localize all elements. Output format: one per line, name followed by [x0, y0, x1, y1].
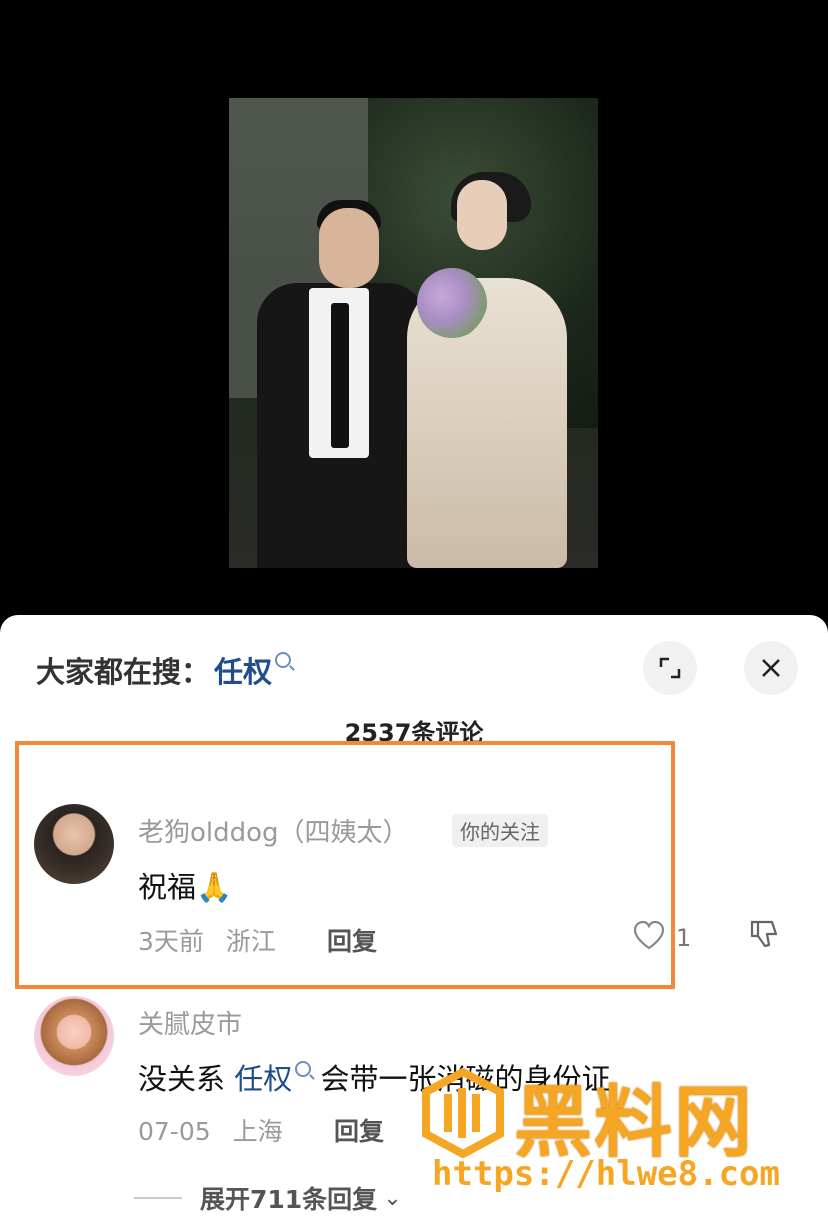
comment-meta: 3天前 浙江 — [138, 922, 276, 958]
expand-replies-label: 展开711条回复 — [200, 1185, 378, 1214]
following-badge: 你的关注 — [452, 814, 548, 847]
comment-location: 浙江 — [225, 927, 276, 956]
hot-search-keyword[interactable]: 任权 — [214, 649, 272, 691]
comment-username[interactable]: 关腻皮市 — [138, 1004, 242, 1041]
reply-button[interactable]: 回复 — [334, 1112, 384, 1148]
comment-meta: 07-05 上海 — [138, 1112, 283, 1148]
search-icon — [275, 652, 292, 668]
close-button[interactable] — [744, 641, 798, 695]
comment-location: 上海 — [232, 1117, 283, 1146]
avatar[interactable] — [34, 804, 114, 884]
watermark: 黑料网 https://hlwe8.com — [414, 1068, 794, 1198]
reply-button[interactable]: 回复 — [327, 922, 377, 958]
comment-text: 祝福🙏 — [138, 870, 233, 904]
like-count: 1 — [676, 924, 692, 952]
search-icon — [295, 1061, 312, 1077]
comment-keyword-link[interactable]: 任权 — [234, 1062, 292, 1096]
watermark-logo-icon — [422, 1068, 504, 1158]
bride-head — [457, 180, 507, 250]
wedding-photo[interactable] — [229, 98, 598, 568]
bouquet — [417, 268, 487, 338]
expand-button[interactable] — [643, 641, 697, 695]
hot-search-bar[interactable]: 大家都在搜： 任权 — [36, 649, 292, 691]
divider-line — [134, 1197, 182, 1199]
expand-replies[interactable]: 展开711条回复 ⌄ — [134, 1180, 402, 1216]
avatar[interactable] — [34, 996, 114, 1076]
chevron-down-icon: ⌄ — [383, 1185, 402, 1211]
comment-time: 3天前 — [138, 927, 204, 956]
comment-username[interactable]: 老狗olddog（四姨太） — [138, 812, 409, 849]
groom-tie — [331, 303, 349, 448]
comment-time: 07-05 — [138, 1117, 211, 1146]
comment-text-prefix: 没关系 — [138, 1062, 226, 1096]
expand-icon — [659, 657, 681, 679]
dislike-icon[interactable] — [748, 918, 780, 950]
close-icon — [762, 659, 780, 677]
watermark-url: https://hlwe8.com — [432, 1154, 780, 1194]
heart-icon[interactable] — [632, 920, 666, 950]
hot-search-label: 大家都在搜： — [36, 655, 211, 689]
groom-head — [319, 208, 379, 288]
